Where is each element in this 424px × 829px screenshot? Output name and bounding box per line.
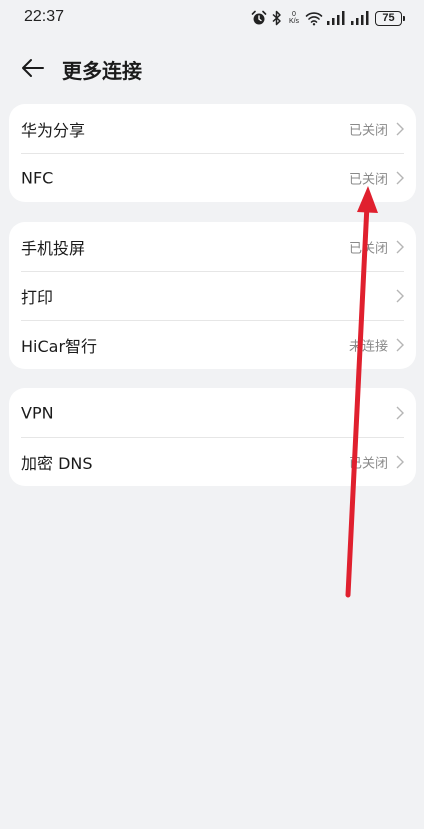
network-speed: 0 K/s bbox=[287, 11, 301, 25]
chevron-right-icon bbox=[396, 240, 404, 253]
row-nfc[interactable]: NFC 已关闭 bbox=[9, 153, 416, 202]
settings-group-1: 华为分享 已关闭 NFC 已关闭 bbox=[9, 104, 416, 202]
chevron-right-icon bbox=[396, 455, 404, 468]
row-hicar[interactable]: HiCar智行 未连接 bbox=[9, 320, 416, 369]
bluetooth-icon bbox=[271, 10, 283, 26]
header: 更多连接 bbox=[0, 48, 424, 88]
status-time: 22:37 bbox=[24, 8, 65, 25]
page-title: 更多连接 bbox=[62, 59, 142, 83]
network-speed-value: 0 bbox=[292, 11, 296, 18]
row-status: 未连接 bbox=[348, 339, 388, 354]
row-print[interactable]: 打印 bbox=[9, 271, 416, 320]
settings-group-3: VPN 加密 DNS 已关闭 bbox=[9, 388, 416, 486]
chevron-right-icon bbox=[396, 122, 404, 135]
row-status: 已关闭 bbox=[348, 172, 388, 187]
signal-icon-2 bbox=[351, 11, 371, 25]
status-icons: 0 K/s 75 bbox=[251, 8, 405, 28]
row-status: 已关闭 bbox=[348, 241, 388, 256]
row-label: VPN bbox=[21, 403, 54, 422]
settings-group-2: 手机投屏 已关闭 打印 HiCar智行 未连接 bbox=[9, 222, 416, 369]
row-screen-projection[interactable]: 手机投屏 已关闭 bbox=[9, 222, 416, 271]
signal-icon bbox=[327, 11, 347, 25]
row-label: HiCar智行 bbox=[21, 336, 98, 356]
status-bar: 22:37 0 K/s 75 bbox=[0, 0, 424, 36]
row-label: 加密 DNS bbox=[21, 453, 93, 473]
wifi-icon bbox=[305, 10, 323, 26]
chevron-right-icon bbox=[396, 171, 404, 184]
chevron-right-icon bbox=[396, 406, 404, 419]
row-status: 已关闭 bbox=[348, 123, 388, 138]
battery-icon: 75 bbox=[375, 10, 405, 26]
row-huawei-share[interactable]: 华为分享 已关闭 bbox=[9, 104, 416, 153]
row-label: 华为分享 bbox=[21, 120, 86, 140]
row-vpn[interactable]: VPN bbox=[9, 388, 416, 437]
chevron-right-icon bbox=[396, 338, 404, 351]
row-status: 已关闭 bbox=[348, 456, 388, 471]
back-arrow-icon[interactable] bbox=[20, 56, 46, 80]
network-speed-unit: K/s bbox=[288, 18, 300, 25]
row-label: 手机投屏 bbox=[21, 238, 86, 258]
row-encrypted-dns[interactable]: 加密 DNS 已关闭 bbox=[9, 437, 416, 486]
chevron-right-icon bbox=[396, 289, 404, 302]
row-label: NFC bbox=[21, 168, 54, 187]
alarm-icon bbox=[251, 10, 267, 26]
row-label: 打印 bbox=[21, 287, 54, 307]
